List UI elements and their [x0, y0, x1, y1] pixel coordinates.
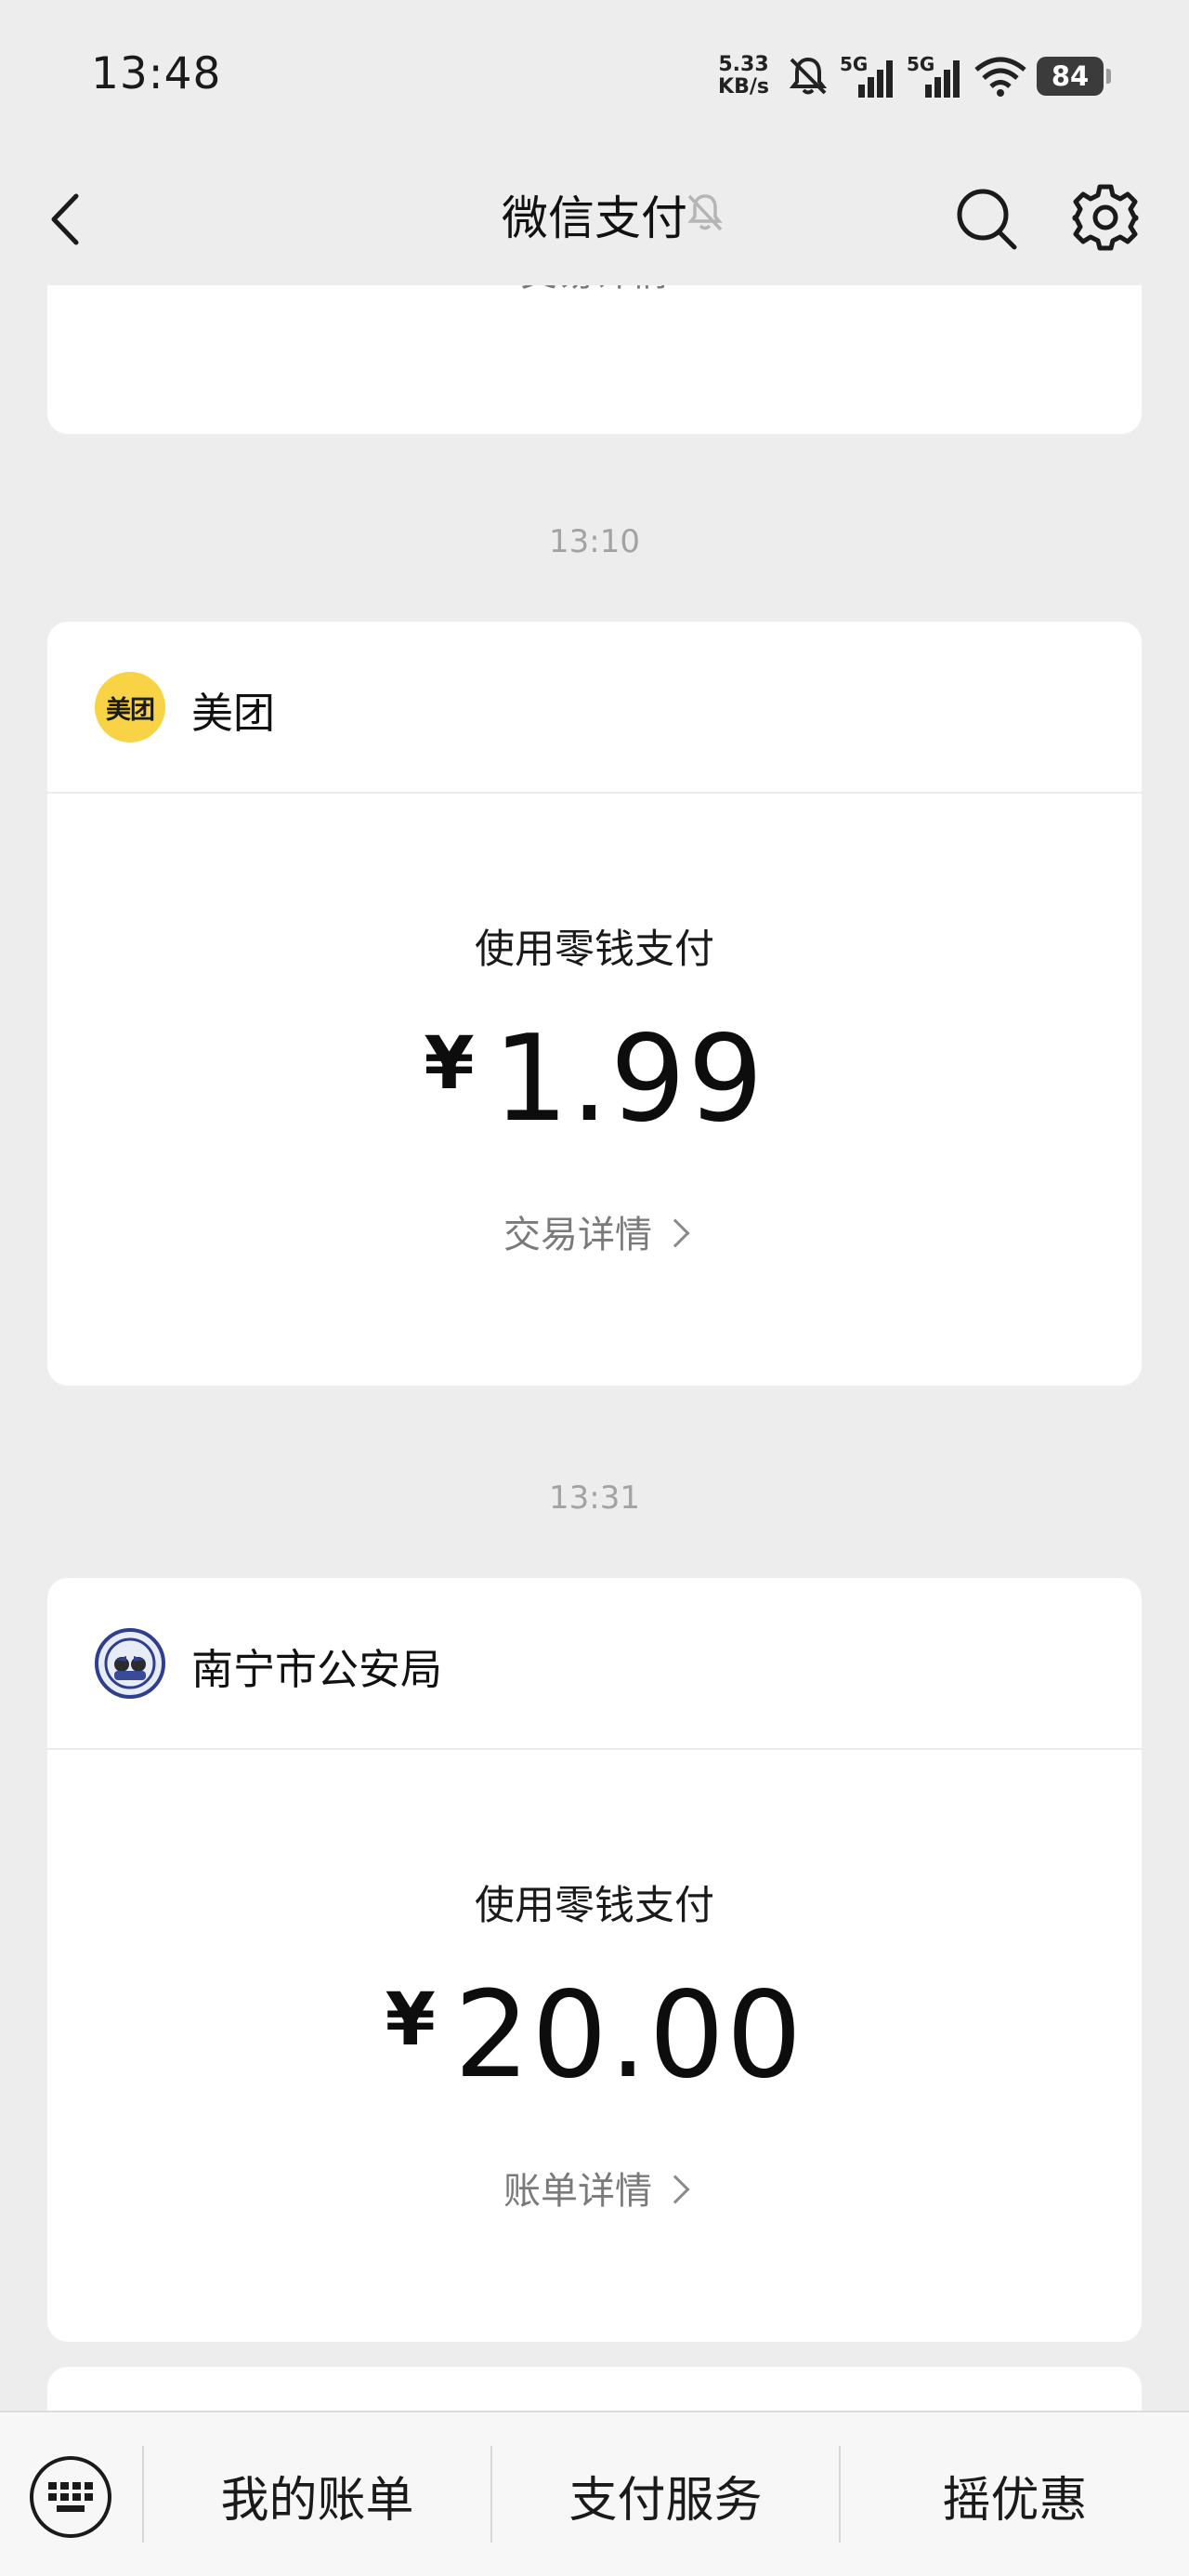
currency-symbol: ¥: [424, 1022, 477, 1106]
navigation-bar: 微信支付: [0, 153, 1189, 285]
transaction-detail-link[interactable]: 交易详情: [47, 1204, 1142, 1258]
payment-card-police[interactable]: 南宁市公安局 使用零钱支付 ¥20.00 账单详情: [47, 1578, 1142, 2342]
chevron-right-icon: [660, 2175, 690, 2204]
gear-icon[interactable]: [1069, 181, 1142, 254]
card-header[interactable]: 美团 美团: [47, 622, 1142, 794]
bill-detail-label: 账单详情: [503, 2170, 652, 2213]
chevron-left-icon[interactable]: [41, 187, 97, 252]
card-header[interactable]: 南宁市公安局: [47, 1578, 1142, 1750]
search-icon[interactable]: [953, 181, 1020, 254]
message-timestamp: 13:10: [549, 523, 640, 560]
menu-my-bills[interactable]: 我的账单: [144, 2412, 490, 2576]
currency-symbol: ¥: [385, 1978, 438, 2062]
message-timestamp: 13:31: [549, 1479, 640, 1517]
bill-detail-link[interactable]: 账单详情: [47, 2161, 1142, 2215]
police-emblem-graphic: [104, 1637, 156, 1689]
signal-sim2: 5G: [907, 53, 964, 99]
merchant-name: 美团: [191, 689, 276, 738]
merchant-name: 南宁市公安局: [191, 1645, 443, 1694]
keyboard-icon[interactable]: [30, 2456, 111, 2538]
notification-off-icon: [789, 57, 828, 95]
payment-amount: ¥20.00: [47, 1966, 1142, 2105]
meituan-logo: 美团: [95, 672, 165, 743]
menu-shake-offers[interactable]: 摇优惠: [841, 2412, 1189, 2576]
police-emblem-icon: [95, 1628, 165, 1699]
status-time: 13:48: [91, 48, 222, 99]
payment-method: 使用零钱支付: [475, 1883, 714, 1929]
signal-sim1-label: 5G: [840, 53, 869, 75]
message-list[interactable]: 交易详情 13:10 美团 美团 使用零钱支付 ¥1.99 交易详情 13:31: [0, 285, 1189, 2411]
battery-indicator: 84: [1037, 57, 1111, 96]
chevron-right-icon: [660, 1218, 690, 1248]
payment-amount: ¥1.99: [47, 1010, 1142, 1149]
signal-sim2-label: 5G: [907, 53, 935, 75]
amount-value: 1.99: [492, 1010, 765, 1149]
payment-card-partial[interactable]: 交易详情: [47, 285, 1142, 434]
amount-value: 20.00: [453, 1966, 804, 2105]
network-speed-unit: KB/s: [718, 75, 769, 99]
payment-card-partial-bottom[interactable]: [47, 2367, 1142, 2411]
signal-sim1: 5G: [840, 53, 897, 99]
transaction-detail-label: 交易详情: [503, 1214, 652, 1256]
service-menu-bar: 我的账单 支付服务 摇优惠: [0, 2411, 1189, 2576]
payment-card-meituan[interactable]: 美团 美团 使用零钱支付 ¥1.99 交易详情: [47, 622, 1142, 1386]
payment-method: 使用零钱支付: [475, 927, 714, 973]
wifi-icon: [974, 57, 1026, 97]
transaction-detail-link[interactable]: 交易详情: [47, 285, 1142, 296]
keyboard-keys-graphic: [48, 2482, 93, 2512]
status-icons: 5.33 KB/s 5G 5G 84: [718, 50, 1111, 102]
transaction-detail-label: 交易详情: [520, 285, 669, 295]
bell-off-icon: [687, 194, 723, 231]
network-speed: 5.33 KB/s: [718, 54, 769, 99]
menu-payment-services[interactable]: 支付服务: [492, 2412, 839, 2576]
wechat-pay-chat-screen: 13:48 5.33 KB/s 5G 5G 84 微信支付 13:10 美团 美…: [0, 0, 1189, 2576]
status-bar: 13:48 5.33 KB/s 5G 5G 84: [0, 0, 1189, 153]
network-speed-value: 5.33: [718, 53, 769, 76]
